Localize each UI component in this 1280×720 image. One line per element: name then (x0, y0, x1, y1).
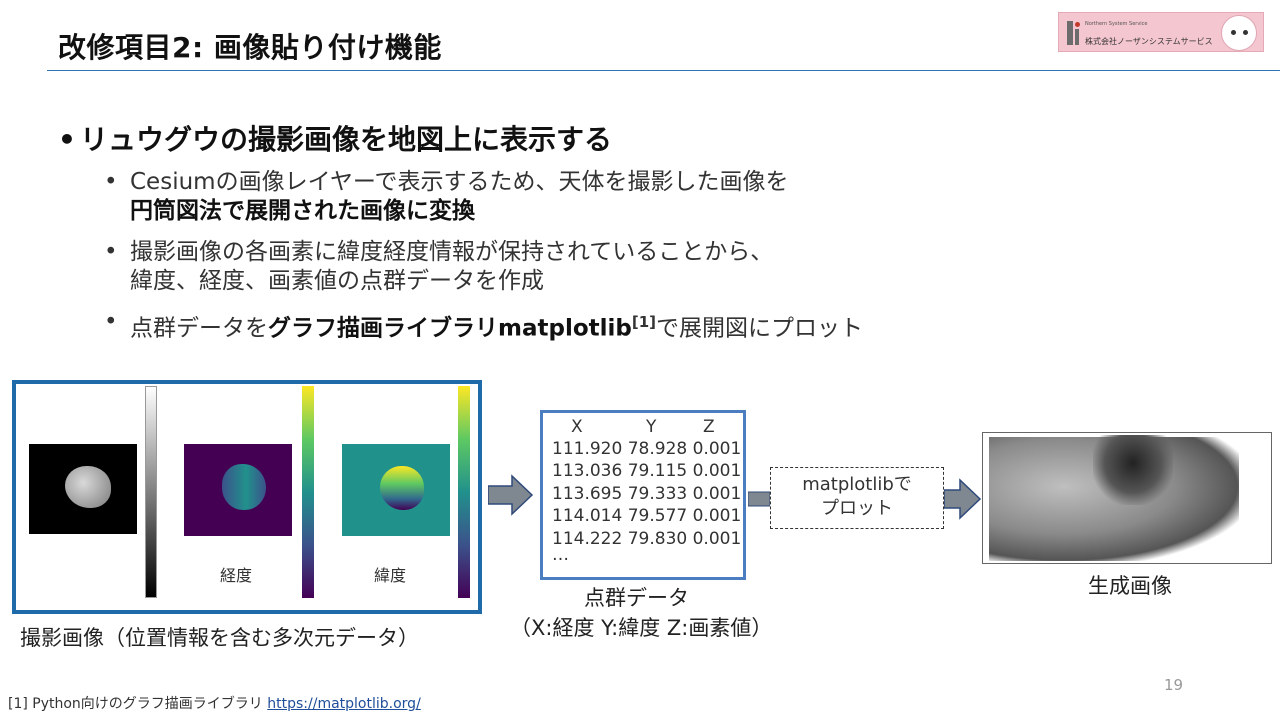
arrow-shape (488, 474, 534, 516)
table-cell: 0.001 (692, 461, 742, 481)
asteroid-longitude-image (222, 464, 266, 510)
process-line-2: プロット (821, 498, 893, 519)
sub-bullet-2: 撮影画像の各画素に緯度経度情報が保持されていることから、 緯度、経度、画素値の点… (104, 238, 1004, 296)
sub-bullet-3-before: 点群データを (130, 315, 268, 342)
table-row: 113.036 79.115 0.001 (552, 461, 741, 481)
generated-image-caption: 生成画像 (1088, 574, 1172, 598)
logo-company-name: 株式会社ノーザンシステムサービス (1085, 37, 1213, 46)
raw-image-panel (29, 444, 137, 534)
table-cell: 113.036 (552, 461, 623, 481)
table-cell: 0.001 (692, 484, 742, 504)
longitude-panel (184, 444, 292, 536)
arrow-shape (944, 478, 982, 520)
table-cell: 78.928 (627, 439, 688, 459)
sub-bullet-list: Cesiumの画像レイヤーで表示するため、天体を撮影した画像を 円筒図法で展開さ… (104, 168, 1004, 356)
footnote: [1] Python向けのグラフ描画ライブラリ https://matplotl… (8, 693, 421, 713)
table-cell: 79.333 (627, 484, 688, 504)
table-caption-title: 点群データ (584, 586, 689, 610)
connector-shape (748, 491, 770, 507)
latitude-label: 緯度 (374, 566, 407, 585)
page-number: 19 (1164, 676, 1184, 694)
main-bullet-text: リュウグウの撮影画像を地図上に表示する (80, 123, 613, 156)
captured-image-frame: 経度 緯度 (12, 380, 482, 614)
sub-bullet-1: Cesiumの画像レイヤーで表示するため、天体を撮影した画像を 円筒図法で展開さ… (104, 168, 1004, 226)
title-divider (47, 70, 1280, 71)
logo-mark (1067, 21, 1073, 45)
column-header-y: Y (646, 417, 657, 437)
table-row: 113.695 79.333 0.001 (552, 484, 741, 504)
table-caption-legend: （X:経度 Y:緯度 Z:画素値） (510, 616, 773, 640)
longitude-colorbar (302, 386, 314, 598)
bullet-dot: • (58, 123, 76, 156)
asteroid-grayscale-image (65, 466, 111, 508)
table-header-row: X Y Z (543, 417, 743, 439)
table-cell: 0.001 (692, 506, 742, 526)
table-cell: 79.830 (627, 529, 688, 549)
process-line-1: matplotlibで (802, 474, 912, 495)
column-header-x: X (571, 417, 583, 437)
slide-title: 改修項目2: 画像貼り付け機能 (58, 31, 442, 64)
point-cloud-table: X Y Z 111.920 78.928 0.001 113.036 79.11… (540, 410, 746, 580)
longitude-label: 経度 (220, 566, 253, 585)
logo-mark-i (1075, 29, 1079, 45)
asteroid-latitude-image (380, 466, 424, 510)
sub-bullet-3-bold: グラフ描画ライブラリmatplotlib (268, 315, 632, 342)
sub-bullet-2-line1: 撮影画像の各画素に緯度経度情報が保持されていることから、 (130, 239, 774, 265)
sub-bullet-3-after: で展開図にプロット (656, 315, 864, 342)
sub-bullet-2-line2: 緯度、経度、画素値の点群データを作成 (130, 268, 544, 294)
plot-process-box: matplotlibで プロット (770, 467, 944, 529)
sub-bullet-1-bold: 円筒図法で展開された画像に変換 (130, 198, 475, 224)
sub-bullet-3: 点群データをグラフ描画ライブラリmatplotlib[1]で展開図にプロット (104, 308, 1004, 344)
generated-image-frame (982, 432, 1272, 564)
table-cell: 0.001 (692, 529, 742, 549)
footnote-text: [1] Python向けのグラフ描画ライブラリ (8, 696, 268, 712)
connector-bar (748, 491, 770, 507)
table-cell: 113.695 (552, 484, 623, 504)
logo-dot (1075, 22, 1080, 27)
mascot-icon (1221, 15, 1257, 51)
footnote-link[interactable]: https://matplotlib.org/ (267, 696, 421, 712)
logo-tagline: Northern System Service (1085, 21, 1148, 27)
table-cell: 79.577 (627, 506, 688, 526)
table-cell: 111.920 (552, 439, 623, 459)
table-cell: 79.115 (627, 461, 688, 481)
latitude-colorbar (458, 386, 470, 598)
table-cell: 0.001 (692, 439, 742, 459)
table-row: 114.222 79.830 0.001 (552, 529, 741, 549)
main-bullet: • リュウグウの撮影画像を地図上に表示する (58, 118, 612, 158)
arrow-right-icon (488, 474, 534, 516)
table-row: 114.014 79.577 0.001 (552, 506, 741, 526)
column-header-z: Z (703, 417, 715, 437)
grayscale-colorbar (145, 386, 157, 598)
latitude-panel (342, 444, 450, 536)
arrow-right-icon (944, 478, 982, 520)
image-frame-caption: 撮影画像（位置情報を含む多次元データ） (20, 626, 419, 650)
generated-map-shadow (1093, 435, 1173, 505)
table-cell: 114.014 (552, 506, 623, 526)
citation-marker: [1] (631, 313, 657, 331)
company-logo: Northern System Service 株式会社ノーザンシステムサービス (1058, 12, 1264, 52)
table-ellipsis: … (552, 545, 569, 565)
sub-bullet-1-text: Cesiumの画像レイヤーで表示するため、天体を撮影した画像を (130, 169, 789, 195)
table-row: 111.920 78.928 0.001 (552, 439, 741, 459)
